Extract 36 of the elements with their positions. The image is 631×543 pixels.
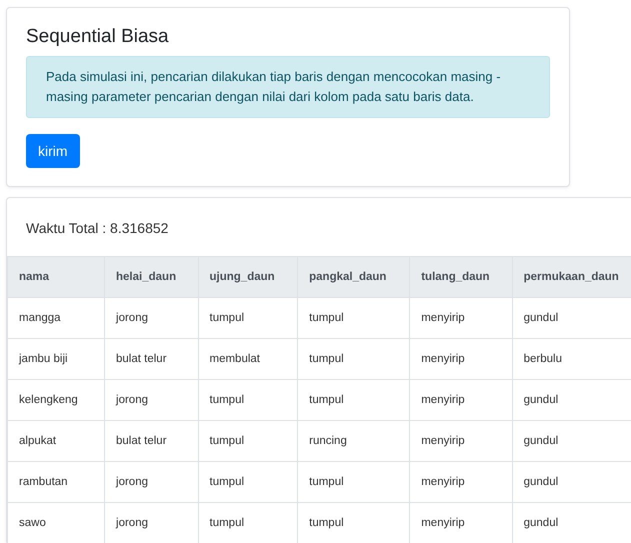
table-cell: menyirip (410, 380, 512, 420)
table-cell: tumpul (198, 420, 298, 462)
total-time-label: Waktu Total : 8.316852 (25, 219, 170, 238)
table-cell: tumpul (198, 380, 298, 420)
table-cell: kelengkeng (8, 380, 105, 420)
table-cell: jorong (104, 462, 198, 502)
table-cell: runcing (298, 420, 410, 462)
column-header: helai_daun (104, 256, 198, 298)
column-header: tulang_daun (410, 256, 512, 298)
table-cell: sawo (8, 502, 105, 543)
submit-button[interactable]: kirim (26, 134, 80, 168)
table-cell: alpukat (8, 420, 105, 462)
table-cell: jorong (104, 380, 198, 420)
table-cell: tumpul (198, 462, 298, 502)
card-title: Sequential Biasa (26, 26, 170, 48)
column-header: permukaan_daun (512, 256, 631, 298)
table-cell: menyirip (410, 462, 512, 502)
table-cell: jorong (104, 298, 198, 338)
table-cell: tumpul (298, 380, 410, 420)
table-cell: tumpul (298, 298, 410, 338)
table-cell: membulat (198, 338, 298, 380)
column-header: pangkal_daun (298, 256, 410, 298)
table-cell: tumpul (298, 462, 410, 502)
column-header: ujung_daun (198, 256, 298, 298)
table-cell: tumpul (298, 338, 410, 380)
table-cell: menyirip (410, 338, 512, 380)
table-cell: jambu biji (8, 338, 105, 380)
table-cell: menyirip (410, 420, 512, 462)
table-cell: mangga (8, 298, 105, 338)
table-cell: tumpul (198, 298, 298, 338)
table-cell: bulat telur (104, 338, 198, 380)
column-header: nama (8, 256, 105, 298)
table-cell: rambutan (8, 462, 105, 502)
table-cell: bulat telur (104, 420, 198, 462)
info-alert: Pada simulasi ini, pencarian dilakukan tiap baris dengan mencocokan masing - masing parameter pencarian dengan nilai dari kolom pada satu baris data. (26, 56, 550, 118)
table-cell: menyirip (410, 298, 512, 338)
